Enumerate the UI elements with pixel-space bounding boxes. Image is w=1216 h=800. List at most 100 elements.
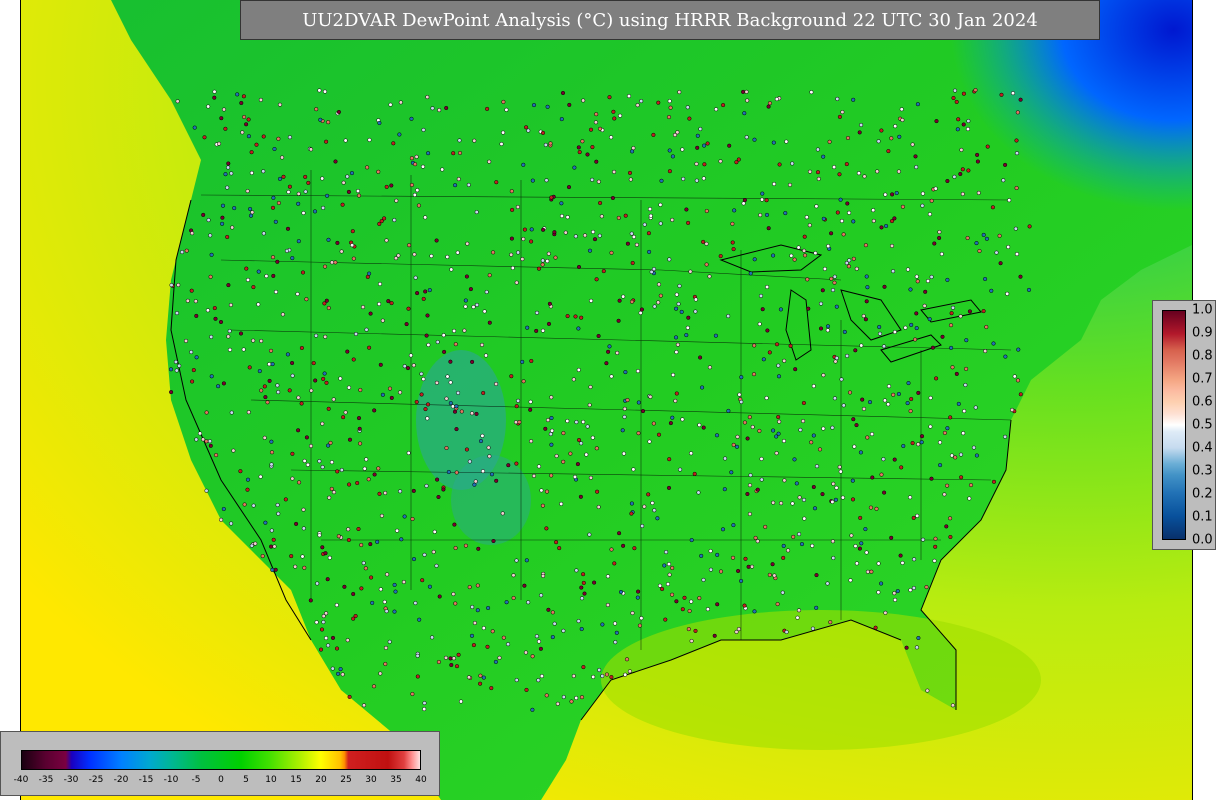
station-dot (792, 457, 797, 462)
station-dot (378, 587, 383, 592)
station-dot (1027, 224, 1032, 229)
station-dot (545, 259, 550, 264)
station-dot (950, 305, 956, 310)
station-dot (971, 445, 976, 450)
station-dot (1006, 244, 1011, 250)
station-dot (854, 423, 859, 428)
station-dot (509, 252, 514, 257)
station-dot (524, 125, 529, 130)
station-dot (468, 287, 473, 292)
station-dot (314, 333, 319, 338)
cool-region-southwest (451, 455, 531, 545)
station-dot (194, 313, 199, 318)
station-dot (686, 315, 691, 320)
station-dot (320, 176, 325, 181)
station-dot (734, 444, 740, 449)
station-dot (574, 420, 579, 425)
station-dot (851, 97, 856, 102)
station-dot (539, 593, 544, 598)
station-dot (504, 107, 509, 112)
station-dot (289, 554, 294, 559)
station-dot (276, 511, 281, 516)
station-dot (388, 102, 393, 107)
station-dot (814, 204, 819, 209)
station-dot (859, 343, 864, 348)
station-dot (778, 307, 783, 312)
station-dot (990, 205, 995, 210)
station-dot (952, 174, 957, 179)
station-dot (882, 490, 887, 495)
station-dot (798, 427, 803, 432)
station-dot (536, 266, 542, 271)
station-dot (576, 326, 581, 331)
station-dot (667, 99, 672, 104)
station-dot (427, 288, 432, 293)
station-dot (251, 285, 256, 290)
station-dot (801, 400, 806, 406)
station-dot (863, 527, 868, 532)
station-dot (473, 479, 478, 484)
station-dot (355, 188, 361, 194)
station-dot (620, 428, 625, 433)
station-dot (794, 481, 799, 486)
station-dot (745, 491, 750, 497)
qc-tick-label: 0.1 (1192, 509, 1213, 525)
station-dot (605, 574, 611, 579)
station-dot (317, 459, 322, 464)
station-dot (554, 453, 559, 459)
station-dot (339, 467, 344, 473)
station-dot (670, 154, 675, 159)
station-dot (299, 345, 304, 351)
station-dot (797, 532, 802, 537)
station-dot (432, 529, 437, 534)
station-dot (689, 538, 694, 543)
station-dot (865, 285, 870, 290)
station-dot (246, 134, 251, 139)
station-dot (600, 673, 605, 679)
station-dot (849, 533, 854, 538)
station-dot (609, 250, 614, 255)
dewpoint-tick-label: 20 (315, 775, 327, 785)
station-dot (479, 342, 485, 347)
map-canvas (21, 0, 1192, 800)
station-dot (810, 543, 815, 548)
station-dot (974, 453, 979, 458)
station-dot (871, 208, 876, 213)
station-dot (391, 141, 396, 146)
station-dot (239, 100, 244, 106)
station-dot (965, 235, 970, 241)
station-dot (693, 628, 698, 633)
station-dot (517, 420, 522, 425)
station-dot (308, 147, 314, 152)
station-dot (1018, 392, 1023, 397)
station-dot (194, 355, 199, 360)
station-dot (630, 611, 635, 616)
station-dot (209, 334, 214, 339)
station-dot (453, 342, 458, 347)
station-dot (263, 520, 268, 525)
station-dot (587, 248, 593, 253)
station-dot (884, 223, 889, 229)
station-dot (829, 276, 834, 281)
station-dot (484, 289, 489, 295)
station-dot (829, 231, 834, 236)
station-dot (879, 472, 884, 477)
station-dot (345, 174, 350, 179)
station-dot (729, 470, 734, 475)
station-dot (380, 392, 385, 397)
station-dot (536, 678, 541, 683)
station-dot (857, 546, 862, 551)
station-dot (747, 511, 752, 517)
station-dot (353, 331, 359, 337)
station-dot (698, 355, 703, 360)
station-dot (896, 169, 901, 174)
station-dot (434, 380, 439, 385)
station-dot (610, 195, 615, 201)
station-dot (329, 260, 335, 265)
station-dot (340, 672, 345, 677)
station-dot (270, 255, 276, 260)
station-dot (415, 291, 420, 296)
station-dot (607, 95, 612, 100)
station-dot (930, 345, 935, 350)
station-dot (765, 284, 770, 290)
